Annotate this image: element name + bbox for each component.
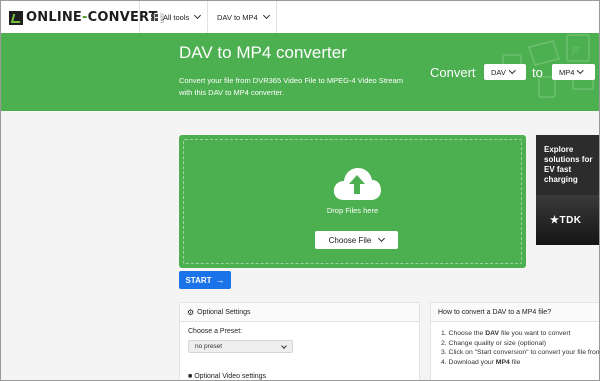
howto-step: 3. Click on "Start conversion" to conver… xyxy=(441,349,600,356)
choose-file-button[interactable]: Choose File xyxy=(315,231,398,249)
to-format-select[interactable]: MP4 xyxy=(552,64,595,80)
start-label: START xyxy=(185,275,212,285)
gear-icon: ⚙ xyxy=(187,307,195,317)
from-format-select[interactable]: DAV xyxy=(484,64,526,80)
optional-settings-title: Optional Settings xyxy=(197,308,251,316)
from-format-value: DAV xyxy=(491,67,506,77)
video-settings-header[interactable]: ■ Optional Video settings xyxy=(188,373,266,380)
howto-step: 2. Change quality or size (optional) xyxy=(441,339,547,347)
optional-settings-header: ⚙ Optional Settings xyxy=(180,303,419,322)
logo-icon xyxy=(9,10,23,25)
browser-frame: ONLINE-CONVERT .com All tools DAV to MP4 xyxy=(0,0,600,381)
hero-banner: JP DAV to MP4 converter Convert your fil… xyxy=(1,33,599,111)
dav-to-mp4-menu[interactable]: DAV to MP4 xyxy=(217,1,270,33)
all-tools-menu[interactable]: All tools xyxy=(151,1,202,33)
preset-label: Choose a Preset: xyxy=(188,328,243,335)
site-logo[interactable]: ONLINE-CONVERT .com xyxy=(9,10,165,25)
preset-value: no preset xyxy=(195,343,223,350)
all-tools-label: All tools xyxy=(163,12,190,22)
start-button[interactable]: START → xyxy=(179,271,231,289)
convert-label: Convert xyxy=(430,65,476,80)
page-title: DAV to MP4 converter xyxy=(179,43,347,62)
page-description: Convert your file from DVR365 Video File… xyxy=(179,76,403,97)
howto-header: How to convert a DAV to a MP4 file? xyxy=(431,303,599,322)
chevron-down-icon xyxy=(194,11,202,20)
howto-steps: 1. Choose the DAV file you want to conve… xyxy=(441,329,600,367)
video-settings-title: Optional Video settings xyxy=(194,373,267,380)
howto-title: How to convert a DAV to a MP4 file? xyxy=(438,308,552,316)
howto-step: 4. Download your MP4 file xyxy=(441,358,521,366)
ad-text: Explore solutions for EV fast charging xyxy=(544,145,593,184)
chevron-down-icon xyxy=(378,234,386,243)
to-format-value: MP4 xyxy=(559,67,575,77)
svg-text:JP: JP xyxy=(571,46,581,56)
advertisement[interactable]: Explore solutions for EV fast charging ★… xyxy=(536,135,599,245)
dropzone-border: Drop Files here Choose File xyxy=(183,139,522,264)
choose-file-label: Choose File xyxy=(328,235,372,245)
chevron-down-icon xyxy=(281,343,287,349)
chevron-down-icon xyxy=(262,11,270,20)
howto-step: 1. Choose the DAV file you want to conve… xyxy=(441,330,571,337)
logo-text: ONLINE-CONVERT xyxy=(26,10,158,25)
upload-dropzone[interactable]: Drop Files here Choose File xyxy=(179,135,526,268)
optional-settings-panel: ⚙ Optional Settings Choose a Preset: no … xyxy=(179,302,420,380)
chevron-down-icon xyxy=(508,67,516,74)
dav-to-mp4-label: DAV to MP4 xyxy=(217,12,258,22)
ad-brand-logo: ★TDK xyxy=(550,215,582,226)
top-navbar: ONLINE-CONVERT .com All tools DAV to MP4 xyxy=(1,1,599,34)
to-label: to xyxy=(532,65,543,80)
chevron-down-icon xyxy=(577,67,584,74)
arrow-right-icon: → xyxy=(215,275,225,285)
nav-divider xyxy=(276,1,277,33)
howto-panel: How to convert a DAV to a MP4 file? 1. C… xyxy=(430,302,600,380)
nav-divider xyxy=(207,1,208,33)
video-camera-icon: ■ xyxy=(188,373,193,380)
grid-icon xyxy=(151,13,158,21)
drop-files-text: Drop Files here xyxy=(326,206,379,215)
cloud-upload-icon xyxy=(333,168,381,200)
preset-select[interactable]: no preset xyxy=(188,340,293,353)
nav-divider xyxy=(139,1,140,33)
